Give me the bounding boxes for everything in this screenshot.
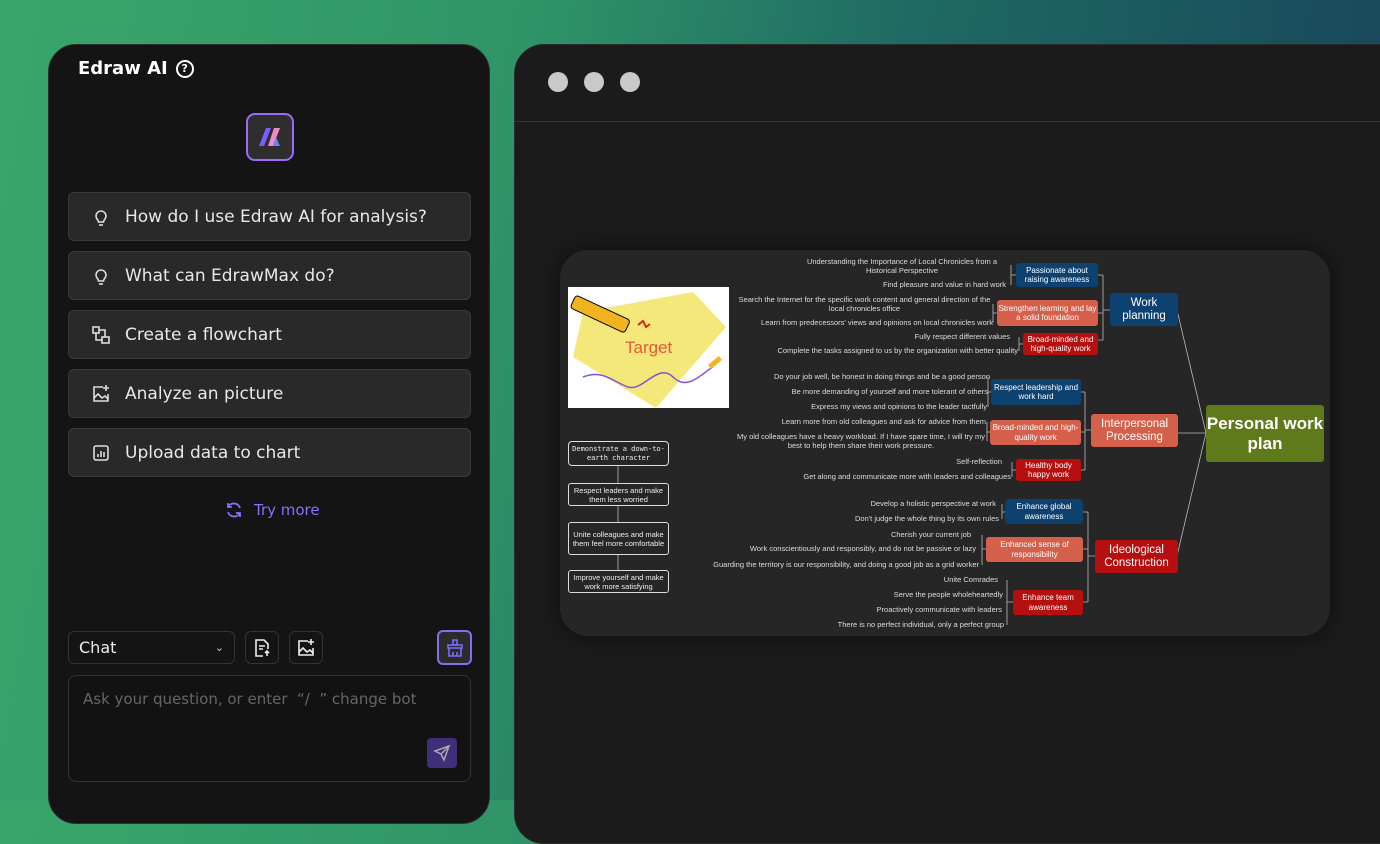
leaf-text: There is no perfect individual, only a p… [837, 620, 1004, 629]
leaf-text: Find pleasure and value in hard work [883, 280, 1006, 289]
leaf-text: Complete the tasks assigned to us by the… [777, 346, 1018, 355]
target-label: Target [625, 338, 673, 357]
leaf-text: Learn from predecessors' views and opini… [761, 318, 993, 327]
group-node[interactable]: Enhance global awareness [1005, 499, 1083, 524]
leaf-text: Express my views and opinions to the lea… [811, 402, 987, 411]
leaf-text: Understanding the Importance of Local Ch… [806, 257, 998, 275]
group-node[interactable]: Respect leadership and work hard [991, 379, 1081, 405]
group-node[interactable]: Broad-minded and high-quality work [990, 420, 1081, 445]
group-node[interactable]: Healthy body happy work [1016, 459, 1081, 481]
flow-step[interactable]: Demonstrate a down-to-earth character [568, 441, 669, 466]
leaf-text: Serve the people wholeheartedly [893, 590, 1003, 599]
leaf-text: Unite Comrades [943, 575, 998, 584]
branch-node[interactable]: Ideological Construction [1095, 540, 1178, 573]
leaf-text: Develop a holistic perspective at work [870, 499, 996, 508]
mindmap-root[interactable]: Personal work plan [1206, 405, 1324, 462]
branch-node[interactable]: Interpersonal Processing [1091, 414, 1178, 447]
leaf-text: Be more demanding of yourself and more t… [791, 387, 988, 396]
group-node[interactable]: Broad-minded and high-quality work [1023, 333, 1098, 355]
leaf-text: Don't judge the whole thing by its own r… [854, 514, 999, 523]
leaf-text: Fully respect different values [914, 332, 1010, 341]
leaf-text: Work conscientiously and responsibly, an… [749, 544, 976, 553]
leaf-text: Get along and communicate more with lead… [803, 472, 1011, 481]
flow-step[interactable]: Respect leaders and make them less worri… [568, 483, 669, 506]
leaf-text: Self-reflection [956, 457, 1002, 466]
leaf-text: Cherish your current job [890, 530, 971, 539]
leaf-text: Do your job well, be honest in doing thi… [774, 372, 990, 381]
flow-step[interactable]: Improve yourself and make work more sati… [568, 570, 669, 593]
group-node[interactable]: Passionate about raising awareness [1016, 263, 1098, 287]
leaf-text: Search the Internet for the specific wor… [738, 295, 991, 313]
leaf-text: Proactively communicate with leaders [876, 605, 1002, 614]
branch-node[interactable]: Work planning [1110, 293, 1178, 326]
group-node[interactable]: Enhanced sense of responsibility [986, 537, 1083, 562]
leaf-text: My old colleagues have a heavy workload.… [736, 432, 986, 450]
leaf-text: Learn more from old colleagues and ask f… [781, 417, 986, 426]
group-node[interactable]: Strengthen learning and lay a solid foun… [997, 300, 1098, 326]
leaf-text: Guarding the territory is our responsibi… [713, 560, 979, 569]
group-node[interactable]: Enhance team awareness [1013, 590, 1083, 615]
